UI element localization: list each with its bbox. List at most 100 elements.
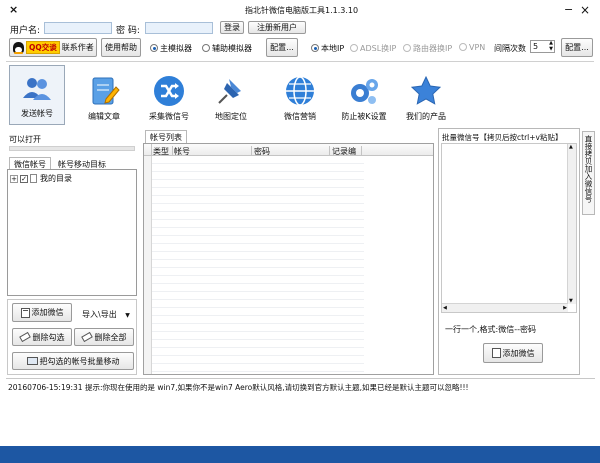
tab-account-list[interactable]: 帐号列表 [145,130,187,144]
delete-checked-button[interactable]: 删除勾选 [12,328,72,346]
interval-spinner[interactable]: 5 ▲ ▼ [530,40,555,53]
scroll-down-icon[interactable]: ▼ [569,298,573,304]
star-icon [410,75,442,105]
sim-main-option[interactable]: 主模拟器 [150,43,192,54]
grid-body[interactable] [144,156,433,374]
toolbar-collect-wechat[interactable]: 采集微信号 [141,73,197,125]
users-icon [23,78,51,100]
horizontal-scrollbar[interactable]: ◀ ▶ [442,303,568,312]
eraser-icon [80,331,93,343]
scroll-right-icon[interactable]: ▶ [563,305,567,311]
register-button[interactable]: 注册新用户 [248,21,306,34]
scroll-up-icon[interactable]: ▲ [569,144,573,150]
toolbar-send-accounts[interactable]: 发送帐号 [9,65,65,125]
add-user-icon [20,307,30,318]
window-title: 指北针微信电脑版工具1.1.3.10 [245,6,359,15]
delete-all-button[interactable]: 删除全部 [74,328,134,346]
config-button-2[interactable]: 配置... [561,38,593,57]
tree-item-root[interactable]: + ✓ 我的目录 [10,173,72,184]
batch-move-label: 把勾选的帐号批量移动 [39,356,120,366]
column-header-type[interactable]: 类型 [153,146,173,156]
status-text: 可以打开 [9,135,41,144]
sim-aux-label: 辅助模拟器 [212,44,252,53]
toolbar-label: 发送帐号 [21,109,53,118]
side-tab-label: 直接拷贝加入微信号 [584,135,593,203]
column-header-password[interactable]: 密码 [254,146,330,156]
login-button[interactable]: 登录 [220,21,244,34]
ip-adsl-option[interactable]: ADSL换IP [350,43,396,54]
password-input[interactable] [145,22,213,34]
side-tab-copy-add[interactable]: 直接拷贝加入微信号 [582,131,595,215]
qq-chat-button[interactable]: QQ交谈 联系作者 [9,38,97,57]
toolbar-anti-ban-settings[interactable]: 防止被K设置 [336,73,392,125]
format-hint: 一行一个,格式:微信--密码 [445,325,537,334]
add-wechat-right-label: 添加微信 [502,348,535,358]
title-bar: × 指北针微信电脑版工具1.1.3.10 − × [0,0,600,20]
username-input[interactable] [44,22,112,34]
ip-vpn-label: VPN [469,43,486,52]
interval-label: 间隔次数 [494,44,526,53]
batch-move-button[interactable]: 把勾选的帐号批量移动 [12,352,134,370]
toolbar-edit-article[interactable]: 编辑文章 [76,73,132,125]
close-icon[interactable]: × [580,3,590,17]
toolbar-label: 编辑文章 [88,112,120,121]
radio-icon [403,44,411,52]
toolbar-label: 微信营销 [284,112,316,121]
checkbox-checked-icon[interactable]: ✓ [20,174,28,183]
help-button[interactable]: 使用帮助 [101,38,141,57]
log-line: 20160706-15:19:31 提示:你现在使用的是 win7,如果你不是w… [8,383,469,392]
ip-local-label: 本地IP [321,44,345,53]
account-tree: + ✓ 我的目录 [7,169,137,296]
footer-bar [0,446,600,463]
config-button-1[interactable]: 配置... [266,38,298,57]
qq-badge: QQ交谈 [26,41,60,54]
grid-header: 类型 帐号 密码 记录编号 [144,144,433,167]
grid-rows [152,156,364,374]
radio-icon [202,44,210,52]
toolbar-label: 采集微信号 [149,112,189,121]
batch-input-header: 批量微信号【拷贝后按ctrl+v粘贴】 [442,133,563,142]
interval-value: 5 [533,42,539,51]
toolbar-wechat-marketing[interactable]: 微信营销 [272,73,328,125]
status-bar-strip [9,146,135,151]
pushpin-icon [218,79,241,104]
radio-selected-icon [311,44,319,52]
import-export-menu[interactable]: 导入\导出 ▼ [82,309,130,320]
delete-checked-label: 删除勾选 [32,332,65,342]
dropdown-arrow-icon: ▼ [125,312,130,319]
ip-local-option[interactable]: 本地IP [311,43,344,54]
add-user-icon [491,348,501,358]
ip-router-label: 路由器换IP [413,44,453,53]
radio-selected-icon [150,44,158,52]
spinner-arrows-icon[interactable]: ▲ ▼ [549,40,553,52]
add-wechat-label: 添加微信 [31,308,64,317]
ip-adsl-label: ADSL换IP [360,44,397,53]
toolbar-label: 防止被K设置 [341,112,387,121]
qq-penguin-icon [13,41,24,54]
toolbar-map-locate[interactable]: 地图定位 [203,73,259,125]
minimize-icon[interactable]: − [564,3,573,16]
add-wechat-button[interactable]: 添加微信 [12,303,72,322]
column-header-account[interactable]: 帐号 [174,146,252,156]
scroll-left-icon[interactable]: ◀ [443,305,447,311]
tree-expander-icon[interactable]: + [10,174,18,183]
row-selector-column [144,156,152,374]
row-selector-header [144,144,152,155]
sim-aux-option[interactable]: 辅助模拟器 [202,43,252,54]
toolbar-our-products[interactable]: 我们的产品 [398,73,454,125]
shuffle-icon [154,76,184,106]
vertical-scrollbar[interactable]: ▲ ▼ [567,144,576,304]
globe-icon [286,76,314,106]
toolbar-label: 我们的产品 [406,112,446,121]
password-label: 密 码: [116,26,140,36]
add-wechat-right-button[interactable]: 添加微信 [483,343,543,363]
batch-input-panel: 批量微信号【拷贝后按ctrl+v粘贴】 ▲ ▼ ◀ ▶ 一行一个,格式:微信--… [438,128,580,375]
ip-vpn-option[interactable]: VPN [459,43,485,52]
ip-router-option[interactable]: 路由器换IP [403,43,452,54]
column-header-record-id[interactable]: 记录编号 [332,146,362,167]
batch-wechat-textarea[interactable]: ▲ ▼ ◀ ▶ [441,143,577,313]
move-icon [26,357,38,365]
app-close-icon[interactable]: × [9,3,18,16]
document-icon [30,174,37,183]
toolbar-divider [6,61,594,62]
